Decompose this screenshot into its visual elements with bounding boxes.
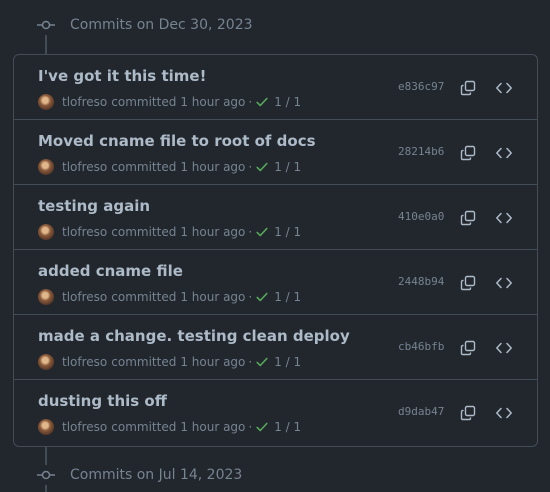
commit-sha-link[interactable]: e836c97 (398, 80, 444, 93)
commit-message-link[interactable]: testing again (38, 197, 150, 215)
commit-author-link[interactable]: tlofreso (62, 420, 107, 434)
git-commit-icon (36, 465, 56, 485)
copy-icon[interactable] (458, 78, 478, 98)
copy-icon[interactable] (458, 273, 478, 293)
copy-icon[interactable] (458, 403, 478, 423)
commit-verb: committed (111, 355, 177, 369)
commit-time: 1 hour ago (180, 420, 246, 434)
commit-message-link[interactable]: dusting this off (38, 392, 167, 410)
commit-author-link[interactable]: tlofreso (62, 355, 107, 369)
commit-sha-link[interactable]: 2448b94 (398, 275, 444, 288)
commit-time: 1 hour ago (180, 290, 246, 304)
avatar[interactable] (38, 289, 54, 305)
commit-author-link[interactable]: tlofreso (62, 95, 107, 109)
commit-meta: tlofreso committed 1 hour ago · 1 / 1 (38, 353, 301, 371)
code-icon[interactable] (494, 78, 514, 98)
commit-row: testing again tlofreso committed 1 hour … (14, 185, 537, 250)
check-icon[interactable] (255, 355, 269, 369)
code-icon[interactable] (494, 208, 514, 228)
checks-status-link[interactable]: 1 / 1 (274, 95, 301, 109)
commit-row: added cname file tlofreso committed 1 ho… (14, 250, 537, 315)
separator-dot: · (248, 420, 253, 434)
commit-verb: committed (111, 225, 177, 239)
checks-status-link[interactable]: 1 / 1 (274, 290, 301, 304)
commit-sha-link[interactable]: cb46bfb (398, 340, 444, 353)
code-icon[interactable] (494, 403, 514, 423)
checks-status-link[interactable]: 1 / 1 (274, 160, 301, 174)
commit-verb: committed (111, 420, 177, 434)
avatar[interactable] (38, 224, 54, 240)
commit-sha-link[interactable]: d9dab47 (398, 405, 444, 418)
commit-message-link[interactable]: I've got it this time! (38, 67, 206, 85)
commit-row: I've got it this time! tlofreso committe… (14, 55, 537, 120)
avatar[interactable] (38, 354, 54, 370)
commit-meta: tlofreso committed 1 hour ago · 1 / 1 (38, 223, 301, 241)
commit-sha-link[interactable]: 410e0a0 (398, 210, 444, 223)
commit-list: I've got it this time! tlofreso committe… (13, 54, 538, 447)
commit-message-link[interactable]: Moved cname file to root of docs (38, 132, 316, 150)
checks-status-link[interactable]: 1 / 1 (274, 420, 301, 434)
commit-author-link[interactable]: tlofreso (62, 290, 107, 304)
commit-time: 1 hour ago (180, 225, 246, 239)
commit-group-header: Commits on Jul 14, 2023 (36, 465, 242, 485)
commit-verb: committed (111, 95, 177, 109)
checks-status-link[interactable]: 1 / 1 (274, 225, 301, 239)
check-icon[interactable] (255, 420, 269, 434)
code-icon[interactable] (494, 143, 514, 163)
code-icon[interactable] (494, 273, 514, 293)
check-icon[interactable] (255, 225, 269, 239)
commit-time: 1 hour ago (180, 95, 246, 109)
separator-dot: · (248, 355, 253, 369)
check-icon[interactable] (255, 95, 269, 109)
avatar[interactable] (38, 159, 54, 175)
commit-history: Commits on Dec 30, 2023 I've got it this… (0, 0, 550, 492)
commit-author-link[interactable]: tlofreso (62, 160, 107, 174)
check-icon[interactable] (255, 160, 269, 174)
separator-dot: · (248, 290, 253, 304)
commit-time: 1 hour ago (180, 160, 246, 174)
commit-sha-link[interactable]: 28214b6 (398, 145, 444, 158)
commit-row: Moved cname file to root of docs tlofres… (14, 120, 537, 185)
commit-time: 1 hour ago (180, 355, 246, 369)
copy-icon[interactable] (458, 208, 478, 228)
copy-icon[interactable] (458, 338, 478, 358)
commit-message-link[interactable]: added cname file (38, 262, 183, 280)
commit-meta: tlofreso committed 1 hour ago · 1 / 1 (38, 418, 301, 436)
commit-verb: committed (111, 290, 177, 304)
separator-dot: · (248, 160, 253, 174)
commit-message-link[interactable]: made a change. testing clean deploy (38, 327, 350, 345)
commit-group-header: Commits on Dec 30, 2023 (36, 15, 253, 35)
commit-group-title: Commits on Jul 14, 2023 (70, 467, 243, 483)
commit-author-link[interactable]: tlofreso (62, 225, 107, 239)
check-icon[interactable] (255, 290, 269, 304)
separator-dot: · (248, 95, 253, 109)
commit-meta: tlofreso committed 1 hour ago · 1 / 1 (38, 93, 301, 111)
commit-group-title: Commits on Dec 30, 2023 (70, 17, 253, 33)
code-icon[interactable] (494, 338, 514, 358)
avatar[interactable] (38, 94, 54, 110)
separator-dot: · (248, 225, 253, 239)
git-commit-icon (36, 15, 56, 35)
commit-meta: tlofreso committed 1 hour ago · 1 / 1 (38, 288, 301, 306)
commit-row: dusting this off tlofreso committed 1 ho… (14, 380, 537, 446)
checks-status-link[interactable]: 1 / 1 (274, 355, 301, 369)
commit-verb: committed (111, 160, 177, 174)
avatar[interactable] (38, 419, 54, 435)
copy-icon[interactable] (458, 143, 478, 163)
commit-meta: tlofreso committed 1 hour ago · 1 / 1 (38, 158, 301, 176)
commit-row: made a change. testing clean deploy tlof… (14, 315, 537, 380)
